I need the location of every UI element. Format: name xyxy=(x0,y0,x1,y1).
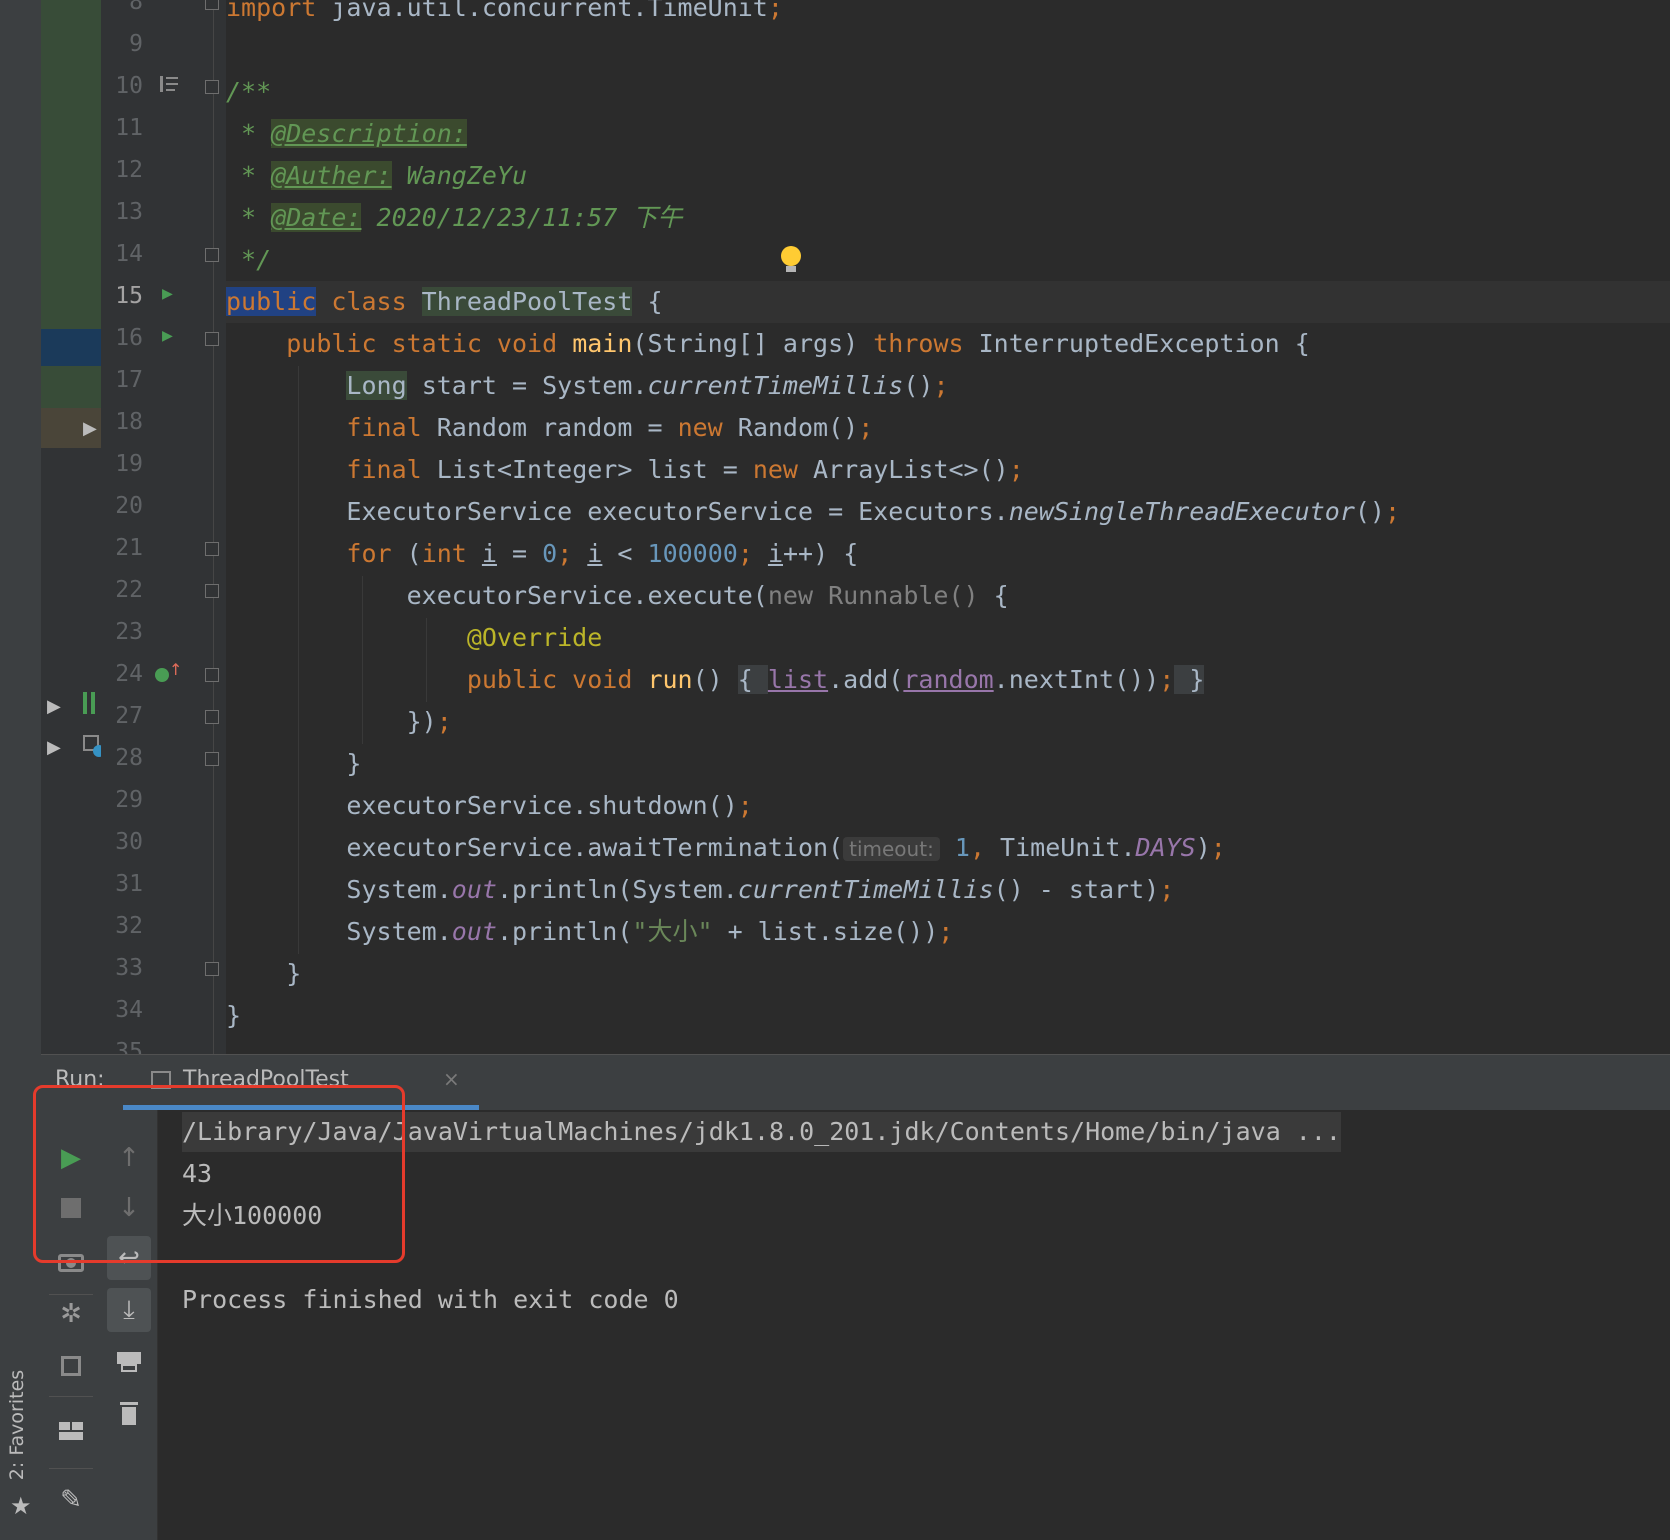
code-line-13: * @Date: 2020/12/23/11:57 下午 xyxy=(226,203,683,232)
line-number: 30 xyxy=(115,829,143,855)
code-line-32: System.out.println("大小" + list.size()); xyxy=(346,917,954,946)
line-number: 19 xyxy=(115,451,143,477)
line-number: 17 xyxy=(115,367,143,393)
fold-marker-icon[interactable] xyxy=(205,248,219,262)
code-line-31: System.out.println(System.currentTimeMil… xyxy=(346,875,1175,904)
line-number: 9 xyxy=(129,31,143,57)
fold-marker-icon[interactable] xyxy=(205,710,219,724)
code-line-19: final List<Integer> list = new ArrayList… xyxy=(346,455,1024,484)
code-line-12: * @Auther: WangZeYu xyxy=(226,161,528,190)
line-number: 14 xyxy=(115,241,143,267)
code-line-18: final Random random = new Random(); xyxy=(346,413,874,442)
code-line-24: public void run() { list.add(random.next… xyxy=(466,665,1205,694)
code-line-8: import java.util.concurrent.TimeUnit; xyxy=(226,0,783,22)
fold-marker-icon[interactable] xyxy=(205,542,219,556)
line-number: 8 xyxy=(129,0,143,15)
line-number: 20 xyxy=(115,493,143,519)
code-line-21: for (int i = 0; i < 100000; i++) { xyxy=(346,539,859,568)
expand-arrow-icon[interactable]: ▶ xyxy=(47,737,61,758)
line-number: 18 xyxy=(115,409,143,435)
code-line-15: public class ThreadPoolTest { xyxy=(226,281,1670,323)
code-line-10: /** xyxy=(226,77,272,106)
layout-icon[interactable] xyxy=(49,1408,93,1452)
code-line-11: * @Description: xyxy=(226,119,467,148)
line-number: 34 xyxy=(115,997,143,1023)
code-line-17: Long start = System.currentTimeMillis(); xyxy=(346,371,949,400)
code-line-33: } xyxy=(286,959,302,988)
test-status-icon xyxy=(91,692,95,714)
highlight-annotation-box xyxy=(33,1085,405,1263)
line-number: 29 xyxy=(115,787,143,813)
line-number: 12 xyxy=(115,157,143,183)
lightbulb-base xyxy=(786,266,796,272)
expand-arrow-icon[interactable]: ▶ xyxy=(47,696,61,717)
param-hint: timeout: xyxy=(843,837,940,861)
vcs-added-marker xyxy=(41,0,101,329)
fold-guide-line xyxy=(213,0,214,1054)
code-line-16: public static void main(String[] args) t… xyxy=(286,329,1310,358)
fold-marker-icon[interactable] xyxy=(205,584,219,598)
code-line-14: */ xyxy=(226,245,272,274)
console-exit-line: Process finished with exit code 0 xyxy=(182,1285,679,1314)
override-method-icon[interactable] xyxy=(155,668,169,682)
tool-window-strip: 2: Favorites ★ xyxy=(0,0,42,1540)
line-number: 31 xyxy=(115,871,143,897)
line-number-current: 15 xyxy=(115,283,143,309)
line-number: 23 xyxy=(115,619,143,645)
line-number: 33 xyxy=(115,955,143,981)
scroll-to-end-icon[interactable]: ⤓ xyxy=(107,1288,151,1332)
vcs-added-marker xyxy=(41,366,101,408)
pin-icon[interactable]: ✎ xyxy=(49,1478,93,1522)
vcs-change-strip: ▶ ▶ ▶ xyxy=(41,0,105,1054)
line-number: 28 xyxy=(115,745,143,771)
fold-marker-icon[interactable] xyxy=(205,0,219,10)
line-number: 32 xyxy=(115,913,143,939)
arrow-up-icon: ↑ xyxy=(169,660,183,679)
code-line-27: }); xyxy=(406,707,452,736)
code-line-28: } xyxy=(346,749,362,778)
fold-marker-icon[interactable] xyxy=(205,962,219,976)
code-line-23: @Override xyxy=(466,623,603,652)
doc-render-icon[interactable] xyxy=(160,76,178,92)
debug-icon[interactable]: ✲ xyxy=(49,1292,93,1336)
line-number: 10 xyxy=(115,73,143,99)
line-number: 11 xyxy=(115,115,143,141)
code-line-34: } xyxy=(226,1001,242,1030)
code-line-22: executorService.execute(new Runnable() { xyxy=(406,581,1009,610)
line-number: 21 xyxy=(115,535,143,561)
fold-expand-icon[interactable] xyxy=(205,668,219,682)
exit-icon[interactable] xyxy=(49,1344,93,1388)
close-icon[interactable]: × xyxy=(443,1067,460,1091)
line-number: 27 xyxy=(115,703,143,729)
fold-marker-icon[interactable] xyxy=(205,332,219,346)
trash-icon[interactable] xyxy=(107,1392,151,1436)
line-number: 16 xyxy=(115,325,143,351)
vcs-modified-marker xyxy=(41,329,101,366)
lightbulb-icon[interactable] xyxy=(781,246,801,266)
line-number: 22 xyxy=(115,577,143,603)
test-status-icon xyxy=(83,692,87,714)
code-line-29: executorService.shutdown(); xyxy=(346,791,753,820)
run-gutter-icon[interactable]: ▶ xyxy=(162,283,173,304)
star-icon: ★ xyxy=(10,1492,32,1520)
favorites-label: 2: Favorites xyxy=(6,1369,28,1481)
run-gutter-icon[interactable]: ▶ xyxy=(162,325,173,346)
print-icon[interactable] xyxy=(107,1340,151,1384)
code-editor[interactable]: import java.util.concurrent.TimeUnit; /*… xyxy=(226,0,1670,1054)
code-line-30: executorService.awaitTermination(timeout… xyxy=(346,833,1226,862)
code-line-20: ExecutorService executorService = Execut… xyxy=(346,497,1401,526)
fold-marker-icon[interactable] xyxy=(205,752,219,766)
favorites-tool-tab[interactable]: 2: Favorites ★ xyxy=(4,1340,38,1520)
expand-arrow-icon[interactable]: ▶ xyxy=(83,418,97,439)
line-number: 13 xyxy=(115,199,143,225)
fold-marker-icon[interactable] xyxy=(205,80,219,94)
line-number: 24 xyxy=(115,661,143,687)
